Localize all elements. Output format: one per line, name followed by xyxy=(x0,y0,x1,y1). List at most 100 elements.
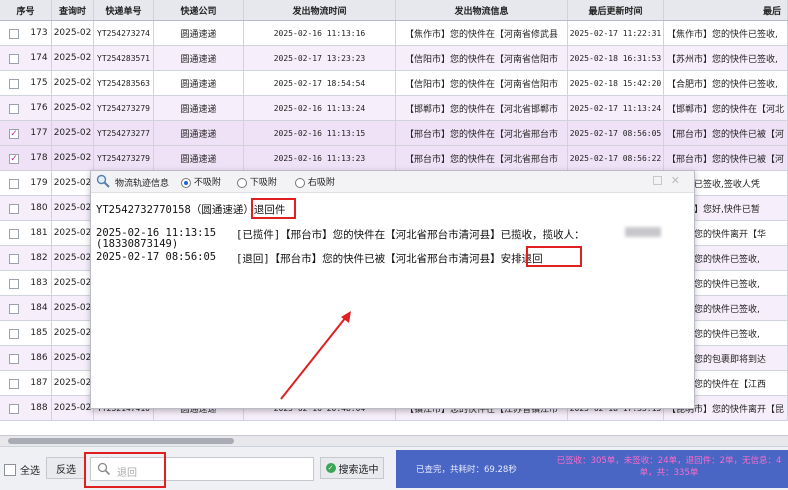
row-checkbox[interactable] xyxy=(9,404,19,414)
row-seq: 178 xyxy=(30,153,48,163)
row-checkbox[interactable] xyxy=(9,329,19,339)
cell-tracking-no: YT254273277 xyxy=(94,121,154,145)
table-row[interactable]: 176 2025-02 YT254273279 圆通速递 2025-02-16 11:1… xyxy=(0,96,788,121)
cell-seq: 186 xyxy=(0,346,52,370)
status-panel: 已查完，共耗时：69.28秒 已签收：305单，未签收：24单，退回件：2单，无… xyxy=(396,450,788,488)
red-arrow xyxy=(280,311,351,400)
col-query-time[interactable]: 查询时 xyxy=(52,0,94,20)
cell-courier: 圆通速递 xyxy=(154,46,244,70)
cell-send-time: 2025-02-16 11:13:23 xyxy=(244,146,396,170)
highlight-box-search xyxy=(84,452,166,488)
status-summary: 已签收：305单，未签收：24单，退回件：2单，无信息：4单，共：335单 xyxy=(556,456,782,478)
cell-query-time: 2025-02 xyxy=(52,171,94,195)
select-all-checkbox[interactable]: 全选 xyxy=(4,462,40,477)
cell-update-info: 【邢台市】您的快件已被【河 xyxy=(664,146,788,170)
cell-query-time: 2025-02 xyxy=(52,121,94,145)
row-checkbox[interactable] xyxy=(9,229,19,239)
footer-toolbar: 全选 反选 退回 ✓ 搜索选中 已查完，共耗时：69.28秒 已签收：305单，… xyxy=(0,446,788,490)
cell-seq: 179 xyxy=(0,171,52,195)
cell-courier: 圆通速递 xyxy=(154,146,244,170)
col-update-time[interactable]: 最后更新时间 xyxy=(568,0,664,20)
cell-send-time: 2025-02-16 11:13:24 xyxy=(244,96,396,120)
row-checkbox[interactable] xyxy=(9,279,19,289)
tracking-popup: 物流轨迹信息 不吸附 下吸附 右吸附 ✕ YT2542732770158（圆通速… xyxy=(90,170,695,409)
table-row[interactable]: 173 2025-02 YT254273274 圆通速递 2025-02-16 11:1… xyxy=(0,21,788,46)
row-seq: 182 xyxy=(30,253,48,263)
row-checkbox[interactable] xyxy=(9,304,19,314)
horizontal-scrollbar[interactable] xyxy=(0,435,788,446)
cell-query-time: 2025-02 xyxy=(52,396,94,420)
status-elapsed: 已查完，共耗时：69.28秒 xyxy=(416,465,517,475)
cell-send-time: 2025-02-16 11:13:15 xyxy=(244,121,396,145)
row-checkbox[interactable] xyxy=(9,179,19,189)
cell-seq: 182 xyxy=(0,246,52,270)
cell-send-time: 2025-02-16 11:13:16 xyxy=(244,21,396,45)
row-seq: 179 xyxy=(30,178,48,188)
col-tracking-no[interactable]: 快递单号 xyxy=(94,0,154,20)
row-seq: 188 xyxy=(30,403,48,413)
cell-query-time: 2025-02 xyxy=(52,146,94,170)
cell-send-info: 【邢台市】您的快件在【河北省邢台市 xyxy=(396,146,568,170)
row-checkbox[interactable] xyxy=(9,54,19,64)
cell-tracking-no: YT254283563 xyxy=(94,71,154,95)
col-update-info[interactable]: 最后 xyxy=(664,0,788,20)
cell-tracking-no: YT254283571 xyxy=(94,46,154,70)
table-row[interactable]: 175 2025-02 YT254283563 圆通速递 2025-02-17 18:5… xyxy=(0,71,788,96)
row-seq: 185 xyxy=(30,328,48,338)
row-checkbox[interactable] xyxy=(9,104,19,114)
cell-seq: ✓ 178 xyxy=(0,146,52,170)
cell-seq: 181 xyxy=(0,221,52,245)
row-seq: 181 xyxy=(30,228,48,238)
cell-query-time: 2025-02 xyxy=(52,321,94,345)
cell-seq: 174 xyxy=(0,46,52,70)
row-checkbox[interactable] xyxy=(9,29,19,39)
cell-seq: 183 xyxy=(0,271,52,295)
row-seq: 184 xyxy=(30,303,48,313)
cell-query-time: 2025-02 xyxy=(52,371,94,395)
table-row[interactable]: 174 2025-02 YT254283571 圆通速递 2025-02-17 13:2… xyxy=(0,46,788,71)
cell-update-time: 2025-02-17 11:13:24 xyxy=(568,96,664,120)
cell-send-info: 【邯郸市】您的快件在【河北省邯郸市 xyxy=(396,96,568,120)
cell-seq: ✓ 177 xyxy=(0,121,52,145)
col-send-time[interactable]: 发出物流时间 xyxy=(244,0,396,20)
search-select-button[interactable]: ✓ 搜索选中 xyxy=(320,457,384,479)
row-checkbox[interactable]: ✓ xyxy=(9,129,19,139)
row-seq: 177 xyxy=(30,128,48,138)
check-circle-icon: ✓ xyxy=(325,463,336,473)
row-checkbox[interactable]: ✓ xyxy=(9,154,19,164)
cell-update-info: 【合肥市】您的快件已签收, xyxy=(664,71,788,95)
table-row[interactable]: ✓ 178 2025-02 YT254273279 圆通速递 2025-02-16 11:… xyxy=(0,146,788,171)
invert-selection-button[interactable]: 反选 xyxy=(46,457,86,479)
row-seq: 187 xyxy=(30,378,48,388)
cell-courier: 圆通速递 xyxy=(154,121,244,145)
cell-update-time: 2025-02-17 08:56:22 xyxy=(568,146,664,170)
cell-send-info: 【信阳市】您的快件在【河南省信阳市 xyxy=(396,71,568,95)
row-checkbox[interactable] xyxy=(9,354,19,364)
cell-tracking-no: YT254273279 xyxy=(94,96,154,120)
cell-update-time: 2025-02-18 16:31:53 xyxy=(568,46,664,70)
cell-query-time: 2025-02 xyxy=(52,346,94,370)
cell-seq: 188 xyxy=(0,396,52,420)
cell-query-time: 2025-02 xyxy=(52,46,94,70)
col-seq[interactable]: 序号 xyxy=(0,0,52,20)
row-seq: 180 xyxy=(30,203,48,213)
col-send-info[interactable]: 发出物流信息 xyxy=(396,0,568,20)
row-checkbox[interactable] xyxy=(9,379,19,389)
row-seq: 174 xyxy=(30,53,48,63)
table-row[interactable]: ✓ 177 2025-02 YT254273277 圆通速递 2025-02-16 11:… xyxy=(0,121,788,146)
row-seq: 186 xyxy=(30,353,48,363)
cell-seq: 176 xyxy=(0,96,52,120)
cell-tracking-no: YT254273274 xyxy=(94,21,154,45)
cell-query-time: 2025-02 xyxy=(52,296,94,320)
cell-send-time: 2025-02-17 18:54:54 xyxy=(244,71,396,95)
row-checkbox[interactable] xyxy=(9,254,19,264)
scrollbar-thumb[interactable] xyxy=(8,438,234,444)
cell-update-info: 【邢台市】您的快件已被【河 xyxy=(664,121,788,145)
cell-send-info: 【邢台市】您的快件在【河北省邢台市 xyxy=(396,121,568,145)
row-checkbox[interactable] xyxy=(9,204,19,214)
cell-send-info: 【信阳市】您的快件在【河南省信阳市 xyxy=(396,46,568,70)
cell-seq: 173 xyxy=(0,21,52,45)
row-checkbox[interactable] xyxy=(9,79,19,89)
row-seq: 183 xyxy=(30,278,48,288)
col-courier[interactable]: 快递公司 xyxy=(154,0,244,20)
